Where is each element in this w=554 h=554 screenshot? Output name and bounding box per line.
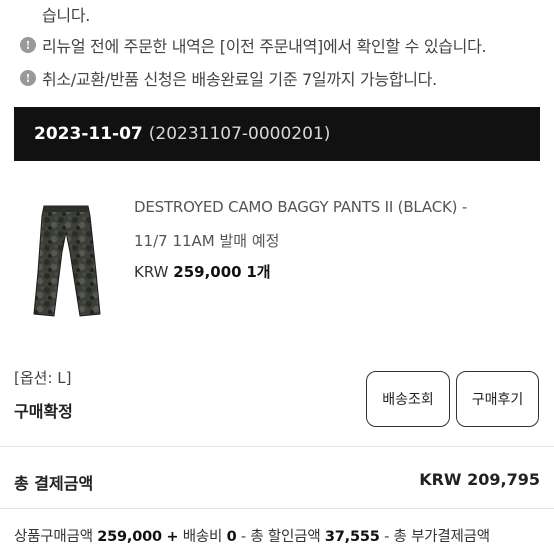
info-icon: ! xyxy=(20,70,36,86)
notice-continuation: 습니다. xyxy=(42,2,90,26)
minus-sign: - xyxy=(384,529,390,545)
goods-amount-value: 259,000 xyxy=(97,529,162,545)
payment-breakdown: 상품구매금액 259,000 + 배송비 0 - 총 할인금액 37,555 -… xyxy=(14,525,490,546)
order-number: (20231107-0000201) xyxy=(148,124,331,144)
product-quantity: 1개 xyxy=(246,263,271,281)
shipping-fee-value: 0 xyxy=(226,529,237,545)
notice-continuation-text: 습니다. xyxy=(42,6,91,25)
item-option: [옵션: L] xyxy=(14,369,72,387)
product-price: KRW 259,000 1개 xyxy=(134,261,271,282)
plus-sign: + xyxy=(166,529,179,545)
notice-renewal-text: 리뉴얼 전에 주문한 내역은 [이전 주문내역]에서 확인할 수 있습니다. xyxy=(42,37,487,56)
write-review-button[interactable]: 구매후기 xyxy=(456,371,539,427)
discount-value: 37,555 xyxy=(324,529,380,545)
divider xyxy=(0,446,554,447)
goods-amount-label: 상품구매금액 xyxy=(14,529,93,545)
notice-return-policy-text: 취소/교환/반품 신청은 배송완료일 기준 7일까지 가능합니다. xyxy=(42,70,437,89)
total-payment-label: 총 결제금액 xyxy=(14,474,94,493)
info-icon: ! xyxy=(20,37,36,53)
order-status: 구매확정 xyxy=(14,402,73,421)
order-date: 2023-11-07 xyxy=(34,124,143,144)
discount-label: 총 할인금액 xyxy=(250,529,321,545)
price-currency: KRW xyxy=(134,263,169,281)
minus-sign: - xyxy=(240,529,246,545)
order-header: 2023-11-07 (20231107-0000201) xyxy=(14,107,540,161)
price-amount: 259,000 xyxy=(173,263,242,281)
notice-return-policy: ! 취소/교환/반품 신청은 배송완료일 기준 7일까지 가능합니다. xyxy=(20,66,437,90)
shipping-fee-label: 배송비 xyxy=(182,529,223,545)
total-payment-value: KRW 209,795 xyxy=(419,470,540,489)
track-shipping-button[interactable]: 배송조회 xyxy=(366,371,450,427)
divider xyxy=(0,508,554,509)
notice-renewal: ! 리뉴얼 전에 주문한 내역은 [이전 주문내역]에서 확인할 수 있습니다. xyxy=(20,33,487,57)
extra-payment-label: 총 부가결제금액 xyxy=(393,529,491,545)
product-thumbnail[interactable] xyxy=(30,202,102,320)
product-name[interactable]: DESTROYED CAMO BAGGY PANTS II (BLACK) - xyxy=(134,198,467,216)
camo-pants-image xyxy=(33,205,101,317)
product-release-schedule: 11/7 11AM 발매 예정 xyxy=(134,232,280,250)
